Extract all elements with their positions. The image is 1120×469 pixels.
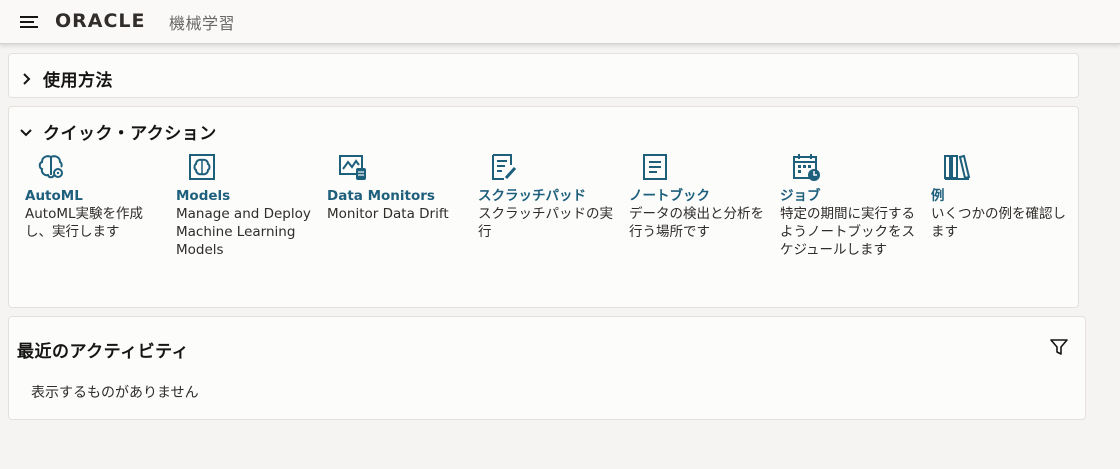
action-name[interactable]: 例 bbox=[931, 187, 1082, 205]
data-monitor-icon bbox=[337, 151, 369, 183]
quick-actions-panel: クイック・アクション AutoML AutoML実験を作成し、実行します Mod… bbox=[8, 106, 1079, 308]
action-desc: Manage and Deploy Machine Learning Model… bbox=[176, 206, 311, 258]
action-name[interactable]: スクラッチパッド bbox=[478, 187, 629, 205]
action-name[interactable]: Data Monitors bbox=[327, 187, 478, 205]
action-models[interactable]: Models Manage and Deploy Machine Learnin… bbox=[176, 151, 327, 259]
models-chip-icon bbox=[186, 151, 218, 183]
action-data-monitors[interactable]: Data Monitors Monitor Data Drift bbox=[327, 151, 478, 259]
examples-library-icon bbox=[941, 151, 973, 183]
action-desc: 特定の期間に実行するようノートブックをスケジュールします bbox=[780, 206, 915, 258]
action-examples[interactable]: 例 いくつかの例を確認します bbox=[931, 151, 1082, 259]
action-notebook[interactable]: ノートブック データの検出と分析を行う場所です bbox=[629, 151, 780, 259]
action-name[interactable]: ジョブ bbox=[780, 187, 931, 205]
action-name[interactable]: ノートブック bbox=[629, 187, 780, 205]
action-desc: いくつかの例を確認します bbox=[931, 206, 1066, 240]
usage-header[interactable]: 使用方法 bbox=[19, 66, 113, 91]
action-desc: AutoML実験を作成し、実行します bbox=[25, 206, 144, 240]
usage-panel[interactable]: 使用方法 bbox=[8, 53, 1079, 98]
top-bar: ORACLE 機械学習 bbox=[0, 0, 1120, 44]
job-calendar-icon bbox=[790, 151, 822, 183]
recent-activity-panel: 最近のアクティビティ 表示するものがありません bbox=[8, 316, 1086, 420]
action-desc: Monitor Data Drift bbox=[327, 206, 449, 222]
quick-actions-header[interactable]: クイック・アクション bbox=[19, 119, 217, 144]
action-desc: スクラッチパッドの実行 bbox=[478, 206, 613, 240]
empty-message: 表示するものがありません bbox=[31, 385, 199, 401]
product-name: 機械学習 bbox=[169, 14, 236, 33]
recent-activity-title: 最近のアクティビティ bbox=[17, 342, 190, 362]
chevron-down-icon bbox=[20, 128, 32, 136]
scratchpad-icon bbox=[488, 151, 520, 183]
action-name[interactable]: AutoML bbox=[25, 187, 176, 205]
automl-brain-icon bbox=[35, 151, 67, 183]
usage-title: 使用方法 bbox=[43, 71, 113, 91]
svg-text:ORACLE: ORACLE bbox=[55, 10, 146, 31]
quick-actions-title: クイック・アクション bbox=[43, 124, 217, 144]
menu-icon[interactable] bbox=[20, 14, 40, 30]
oracle-logo[interactable]: ORACLE bbox=[55, 9, 163, 31]
action-jobs[interactable]: ジョブ 特定の期間に実行するようノートブックをスケジュールします bbox=[780, 151, 931, 259]
quick-actions-list: AutoML AutoML実験を作成し、実行します Models Manage … bbox=[25, 151, 1082, 259]
action-name[interactable]: Models bbox=[176, 187, 327, 205]
filter-icon[interactable] bbox=[1049, 337, 1069, 357]
notebook-icon bbox=[639, 151, 671, 183]
action-desc: データの検出と分析を行う場所です bbox=[629, 206, 764, 240]
chevron-right-icon bbox=[23, 72, 31, 85]
action-scratchpad[interactable]: スクラッチパッド スクラッチパッドの実行 bbox=[478, 151, 629, 259]
action-automl[interactable]: AutoML AutoML実験を作成し、実行します bbox=[25, 151, 176, 259]
